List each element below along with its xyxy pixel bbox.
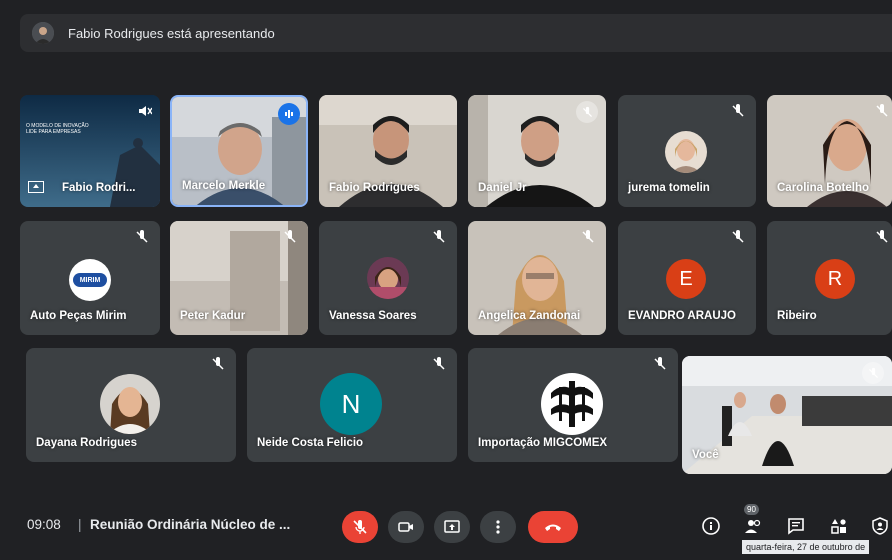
mic-off-icon [353, 520, 367, 534]
activities-icon [831, 519, 846, 534]
slide-title: O MODELO DE INOVAÇÃO LIDE PARA EMPRESAS [26, 123, 89, 135]
logo-avatar: MIRIM [69, 259, 111, 301]
host-controls-button[interactable] [869, 515, 891, 537]
speaking-indicator-icon [278, 103, 300, 125]
people-count-badge: 90 [744, 504, 759, 515]
meeting-title: Reunião Ordinária Núcleo de ... [90, 517, 291, 532]
chat-icon [788, 518, 804, 535]
lock-person-icon [872, 517, 888, 535]
participant-name: Ribeiro [777, 310, 817, 322]
participant-tile[interactable]: Daniel Jr [468, 95, 606, 207]
more-options-button[interactable] [480, 511, 516, 543]
participant-tile[interactable]: N Neide Costa Felicio [247, 348, 457, 462]
chat-button[interactable] [785, 515, 807, 537]
avatar: R [815, 259, 855, 299]
participant-name: Daniel Jr [478, 182, 527, 194]
participant-tile[interactable]: Dayana Rodrigues [26, 348, 236, 462]
presenting-banner: Fabio Rodrigues está apresentando [20, 14, 892, 52]
mic-off-icon [210, 356, 226, 372]
date-tooltip: quarta-feira, 27 de outubro de [742, 540, 870, 554]
participant-name: jurema tomelin [628, 182, 710, 194]
mic-off-icon [134, 229, 150, 245]
participant-tile[interactable]: Vanessa Soares [319, 221, 457, 335]
mic-off-icon [431, 356, 447, 372]
participant-tile[interactable]: Angelica Zandonai [468, 221, 606, 335]
mic-off-icon [730, 103, 746, 119]
people-icon [745, 519, 761, 533]
avatar [665, 131, 707, 173]
participant-tile[interactable]: Importação MIGCOMEX [468, 348, 678, 462]
mic-toggle-button[interactable] [342, 511, 378, 543]
mic-off-icon [862, 362, 884, 384]
camera-toggle-button[interactable] [388, 511, 424, 543]
participant-name: Angelica Zandonai [478, 310, 581, 322]
more-vert-icon [496, 520, 500, 534]
mic-off-icon [874, 103, 890, 119]
logo-avatar [541, 373, 603, 435]
participant-tile[interactable]: jurema tomelin [618, 95, 756, 207]
participant-tile[interactable]: Marcelo Merkle [170, 95, 308, 207]
present-screen-icon [28, 181, 44, 193]
participant-tile[interactable]: Fabio Rodrigues [319, 95, 457, 207]
mic-off-icon [652, 356, 668, 372]
presenter-avatar [32, 22, 54, 44]
clock: 09:08 [27, 517, 61, 532]
present-button[interactable] [434, 511, 470, 543]
mic-off-icon [580, 229, 596, 245]
participant-name: Vanessa Soares [329, 310, 417, 322]
hangup-icon [545, 524, 561, 531]
presenting-text: Fabio Rodrigues está apresentando [68, 25, 275, 41]
logo-text: MIRIM [73, 273, 107, 287]
avatar [100, 374, 160, 434]
mic-off-icon [576, 101, 598, 123]
participant-name: Neide Costa Felicio [257, 437, 364, 449]
participant-name: Marcelo Merkle [182, 180, 266, 192]
mic-off-icon [431, 229, 447, 245]
participant-tile[interactable]: Peter Kadur [170, 221, 308, 335]
people-button[interactable]: 90 [742, 504, 764, 537]
participant-name: Dayana Rodrigues [36, 437, 137, 449]
participant-tile[interactable]: E EVANDRO ARAUJO [618, 221, 756, 335]
activities-button[interactable] [828, 515, 850, 537]
mute-icon [136, 103, 153, 119]
mic-off-icon [874, 229, 890, 245]
participant-tile[interactable]: R Ribeiro [767, 221, 892, 335]
participant-name: Você [692, 449, 719, 461]
participant-name: Importação MIGCOMEX [478, 437, 608, 449]
present-icon [444, 520, 460, 533]
bottom-control-bar: 09:08 | Reunião Ordinária Núcleo de ... … [0, 500, 892, 560]
mic-off-icon [730, 229, 746, 245]
participant-tile-presentation[interactable]: O MODELO DE INOVAÇÃO LIDE PARA EMPRESAS … [20, 95, 160, 207]
participant-name: Auto Peças Mirim [30, 310, 127, 322]
participant-name: Peter Kadur [180, 310, 246, 322]
self-view-tile[interactable]: Você [682, 356, 892, 474]
participant-tile[interactable]: Carolina Botelho [767, 95, 892, 207]
leave-call-button[interactable] [528, 511, 578, 543]
info-icon [702, 517, 720, 535]
participant-name: Fabio Rodri... [62, 182, 136, 194]
participant-name: EVANDRO ARAUJO [628, 310, 736, 322]
separator: | [78, 517, 82, 532]
participant-name: Carolina Botelho [777, 182, 870, 194]
avatar [367, 257, 409, 299]
camera-icon [398, 522, 413, 532]
meeting-details-button[interactable] [700, 515, 722, 537]
participant-tile[interactable]: MIRIM Auto Peças Mirim [20, 221, 160, 335]
avatar: N [320, 373, 382, 435]
participant-name: Fabio Rodrigues [329, 182, 420, 194]
avatar: E [666, 259, 706, 299]
mic-off-icon [282, 229, 298, 245]
